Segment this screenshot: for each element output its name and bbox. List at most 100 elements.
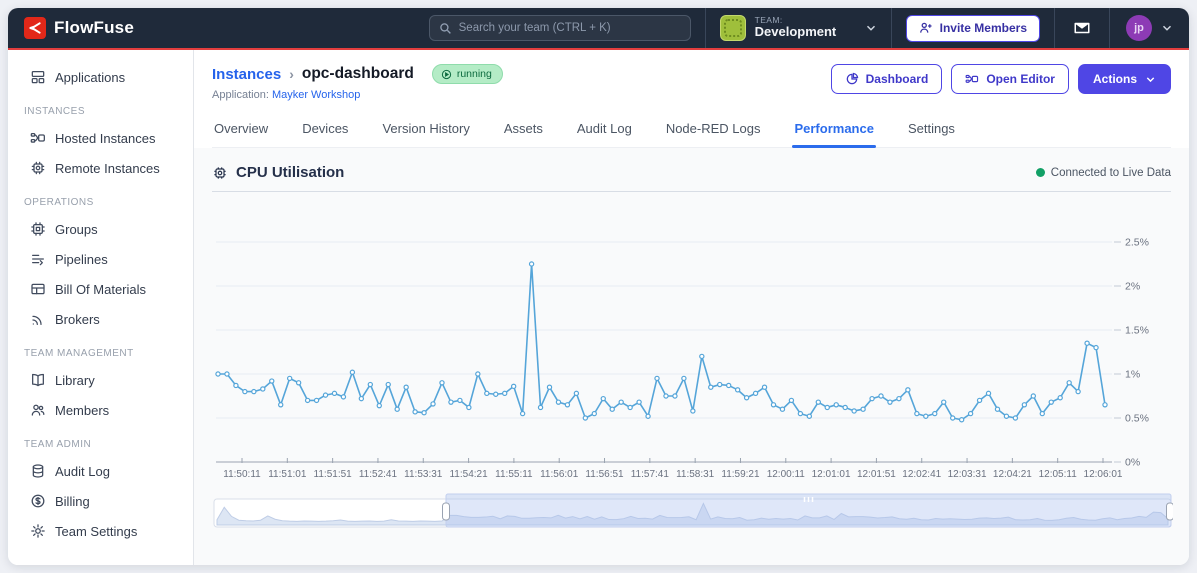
sidebar-item-team-settings[interactable]: Team Settings: [8, 516, 193, 546]
tab-devices[interactable]: Devices: [300, 117, 350, 147]
svg-text:12:06:01: 12:06:01: [1084, 469, 1123, 480]
tab-overview[interactable]: Overview: [212, 117, 270, 147]
team-search[interactable]: [428, 15, 691, 41]
svg-text:11:56:01: 11:56:01: [540, 469, 579, 480]
sidebar-item-audit-log[interactable]: Audit Log: [8, 456, 193, 486]
svg-text:0.5%: 0.5%: [1125, 413, 1149, 425]
sidebar-item-label: Members: [55, 402, 110, 418]
flowfuse-logo-icon: [24, 17, 46, 39]
sidebar-item-label: Team Settings: [55, 523, 138, 539]
sidebar-item-hosted-instances[interactable]: Hosted Instances: [8, 123, 193, 153]
members-icon: [30, 402, 46, 418]
sidebar-item-pipelines[interactable]: Pipelines: [8, 244, 193, 274]
sidebar-item-label: Library: [55, 372, 95, 388]
person-plus-icon: [919, 22, 932, 33]
status-badge: running: [431, 64, 503, 84]
remote-instances-icon: [30, 160, 46, 176]
top-navbar: FlowFuse TEAM: Development Invite Member…: [8, 8, 1189, 48]
tab-version-history[interactable]: Version History: [380, 117, 471, 147]
svg-text:12:01:01: 12:01:01: [812, 469, 851, 480]
tab-settings[interactable]: Settings: [906, 117, 957, 147]
sidebar-item-label: Hosted Instances: [55, 130, 156, 146]
invite-members-button[interactable]: Invite Members: [905, 14, 1040, 42]
svg-text:11:53:31: 11:53:31: [404, 469, 443, 480]
svg-text:2.5%: 2.5%: [1125, 237, 1149, 249]
svg-text:11:58:31: 11:58:31: [676, 469, 715, 480]
app-window: FlowFuse TEAM: Development Invite Member…: [8, 8, 1189, 565]
application-label: Application:: [212, 89, 269, 101]
sidebar-item-brokers[interactable]: Brokers: [8, 304, 193, 334]
billing-icon: [30, 493, 46, 509]
actions-button[interactable]: Actions: [1077, 64, 1171, 94]
svg-text:11:50:11: 11:50:11: [223, 469, 261, 480]
flowfuse-logo[interactable]: FlowFuse: [8, 17, 150, 39]
tab-audit-log[interactable]: Audit Log: [575, 117, 634, 147]
sidebar-item-billing[interactable]: Billing: [8, 486, 193, 516]
performance-panel: CPU Utilisation Connected to Live Data 0…: [194, 148, 1189, 565]
svg-text:11:51:01: 11:51:01: [268, 469, 307, 480]
user-menu[interactable]: jp: [1110, 15, 1189, 41]
notifications-button[interactable]: [1055, 19, 1109, 37]
sidebar-item-remote-instances[interactable]: Remote Instances: [8, 153, 193, 183]
svg-text:12:03:31: 12:03:31: [948, 469, 987, 480]
sidebar-section-label: INSTANCES: [24, 106, 85, 117]
team-selector[interactable]: TEAM: Development: [706, 8, 891, 48]
sidebar-item-label: Pipelines: [55, 251, 108, 267]
sidebar-item-label: Brokers: [55, 311, 100, 327]
application-link[interactable]: Mayker Workshop: [272, 89, 360, 101]
open-editor-button[interactable]: Open Editor: [951, 64, 1069, 94]
live-status: Connected to Live Data: [1035, 167, 1171, 179]
chevron-down-icon: [1162, 25, 1172, 31]
svg-text:11:52:41: 11:52:41: [359, 469, 398, 480]
sidebar-item-members[interactable]: Members: [8, 395, 193, 425]
svg-text:1%: 1%: [1125, 369, 1140, 381]
hosted-instances-icon: [30, 130, 46, 146]
team-avatar: [719, 15, 746, 41]
nav-divider: [890, 8, 892, 48]
brush-handle[interactable]: [442, 502, 450, 521]
svg-text:12:05:11: 12:05:11: [1039, 469, 1078, 480]
cpu-utilisation-chart: 0% 0.5% 1% 1.5% 2% 2.5% 11:50:11 11:51:01 11:51:…: [215, 237, 1149, 480]
svg-text:12:02:41: 12:02:41: [902, 469, 941, 480]
sidebar-section-label: TEAM ADMIN: [24, 439, 92, 450]
breadcrumb-instances-link[interactable]: Instances: [212, 66, 281, 83]
sidebar-item-applications[interactable]: Applications: [8, 62, 193, 92]
envelope-icon: [1074, 22, 1090, 34]
svg-text:12:04:21: 12:04:21: [993, 469, 1032, 480]
instance-tabs: Overview Devices Version History Assets Audi…: [212, 117, 1171, 148]
search-input[interactable]: [458, 22, 681, 34]
bill-of-materials-icon: [30, 281, 46, 297]
instance-header: Instances › opc-dashboard running Applic…: [194, 50, 1189, 148]
chevron-down-icon: [866, 25, 875, 31]
chevron-down-icon: [1146, 76, 1155, 82]
sidebar-section-label: OPERATIONS: [24, 197, 94, 208]
sidebar-item-bill-of-materials[interactable]: Bill Of Materials: [8, 274, 193, 304]
sidebar-item-label: Audit Log: [55, 463, 110, 479]
svg-text:11:59:21: 11:59:21: [721, 469, 760, 480]
sidebar-item-library[interactable]: Library: [8, 365, 193, 395]
breadcrumb: Instances › opc-dashboard running: [212, 64, 503, 84]
sidebar-item-label: Bill Of Materials: [55, 281, 147, 297]
groups-icon: [30, 221, 46, 237]
brand-name: FlowFuse: [54, 18, 134, 37]
brush-handle[interactable]: [1166, 502, 1174, 521]
chart-range-selector[interactable]: [212, 493, 1174, 529]
tab-assets[interactable]: Assets: [502, 117, 545, 147]
svg-text:11:56:51: 11:56:51: [585, 469, 624, 480]
applications-icon: [30, 69, 46, 85]
svg-text:0%: 0%: [1125, 457, 1140, 469]
pie-chart-icon: [846, 72, 858, 85]
sidebar-item-groups[interactable]: Groups: [8, 214, 193, 244]
tab-performance[interactable]: Performance: [792, 117, 877, 148]
chart-title: CPU Utilisation: [236, 164, 345, 181]
tab-node-red-logs[interactable]: Node-RED Logs: [664, 117, 763, 147]
audit-log-icon: [30, 463, 46, 479]
cpu-chip-icon: [214, 166, 226, 179]
breadcrumb-separator: ›: [289, 66, 294, 82]
instance-name: opc-dashboard: [301, 65, 414, 82]
dashboard-button[interactable]: Dashboard: [830, 64, 943, 94]
brokers-icon: [30, 311, 46, 327]
play-circle-icon: [441, 69, 451, 79]
search-icon: [439, 22, 451, 34]
team-settings-icon: [30, 523, 46, 539]
